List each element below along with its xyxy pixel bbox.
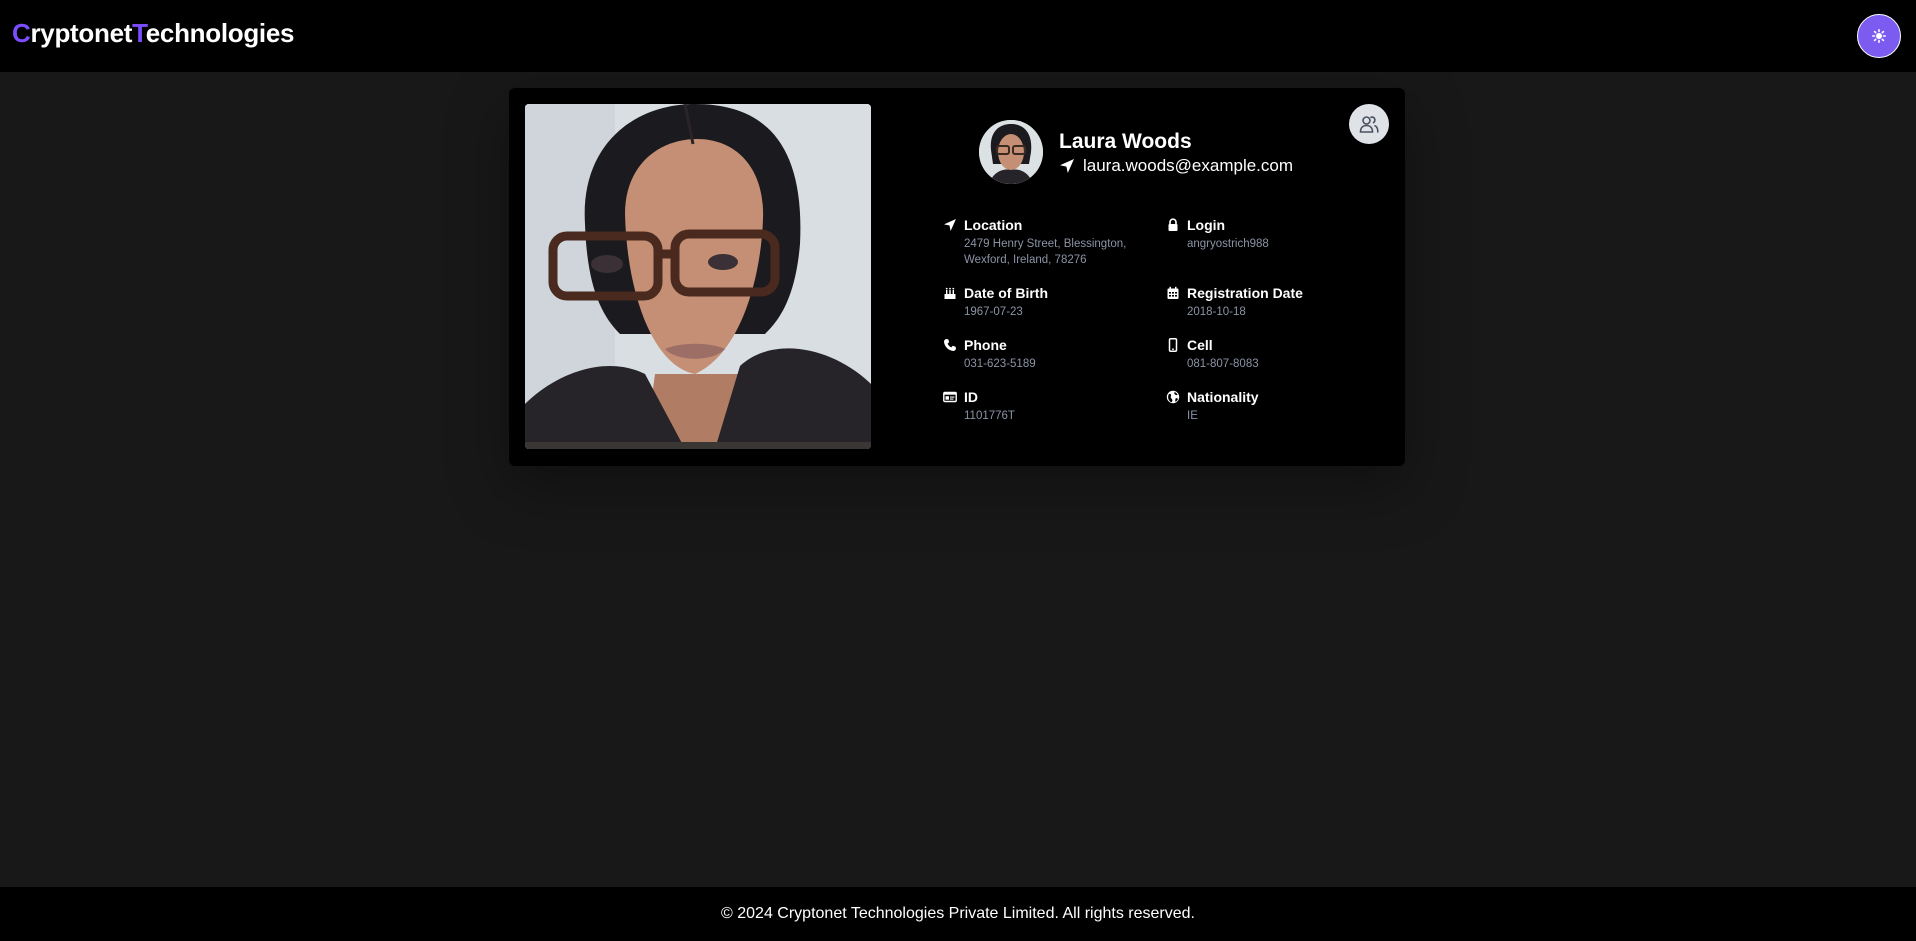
detail-label: ID	[964, 389, 978, 405]
copyright-text: © 2024 Cryptonet Technologies Private Li…	[721, 905, 1195, 922]
brand-logo[interactable]: CryptonetTechnologies	[12, 18, 294, 49]
detail-value: 1101776T	[964, 410, 1015, 422]
detail-label: Login	[1187, 217, 1226, 233]
detail-id: ID 1101776T	[943, 389, 1153, 424]
user-email: laura.woods@example.com	[1059, 156, 1293, 176]
top-navbar: CryptonetTechnologies	[0, 0, 1916, 72]
detail-label: Date of Birth	[964, 285, 1048, 301]
avatar	[979, 120, 1043, 184]
detail-value: angryostrich988	[1187, 238, 1269, 250]
detail-phone: Phone 031-623-5189	[943, 337, 1153, 372]
mobile-icon	[1168, 338, 1178, 352]
detail-nationality: Nationality IE	[1166, 389, 1376, 424]
detail-label: Registration Date	[1187, 285, 1303, 301]
profile-photo	[525, 104, 871, 449]
lock-icon	[1168, 218, 1178, 231]
detail-dob: Date of Birth 1967-07-23	[943, 285, 1153, 320]
detail-value: 2479 Henry Street, Blessington, Wexford,…	[964, 238, 1127, 266]
detail-cell: Cell 081-807-8083	[1166, 337, 1376, 372]
user-name: Laura Woods	[1059, 130, 1192, 153]
profile-card: Laura Woods laura.woods@example.com Loca…	[509, 88, 1405, 466]
detail-value: IE	[1187, 410, 1198, 422]
detail-label: Phone	[964, 337, 1007, 353]
globe-icon	[1166, 390, 1180, 404]
brand-initial-t: T	[132, 18, 146, 48]
detail-login: Login angryostrich988	[1166, 217, 1376, 252]
detail-label: Cell	[1187, 337, 1213, 353]
cake-icon	[944, 287, 956, 299]
phone-icon	[944, 339, 956, 351]
sun-icon	[1872, 29, 1886, 43]
detail-value: 031-623-5189	[964, 358, 1036, 370]
switch-user-button[interactable]	[1349, 104, 1389, 144]
brand-initial-c: C	[12, 18, 31, 48]
page-footer: © 2024 Cryptonet Technologies Private Li…	[0, 887, 1916, 941]
location-arrow-icon	[1060, 159, 1074, 173]
detail-value: 081-807-8083	[1187, 358, 1259, 370]
calendar-icon	[1167, 286, 1179, 299]
location-arrow-icon	[944, 219, 956, 231]
detail-value: 1967-07-23	[964, 306, 1023, 318]
users-icon	[1359, 116, 1379, 133]
detail-label: Location	[964, 217, 1023, 233]
detail-value: 2018-10-18	[1187, 306, 1246, 318]
user-email-text: laura.woods@example.com	[1083, 156, 1294, 175]
detail-registration-date: Registration Date 2018-10-18	[1166, 285, 1376, 320]
brand-word-2: echnologies	[145, 18, 295, 48]
detail-label: Nationality	[1187, 389, 1259, 405]
brand-word-1: ryptonet	[30, 18, 133, 48]
detail-location: Location 2479 Henry Street, Blessington,…	[943, 217, 1153, 268]
id-card-icon	[943, 391, 957, 403]
theme-toggle-button[interactable]	[1857, 14, 1901, 58]
